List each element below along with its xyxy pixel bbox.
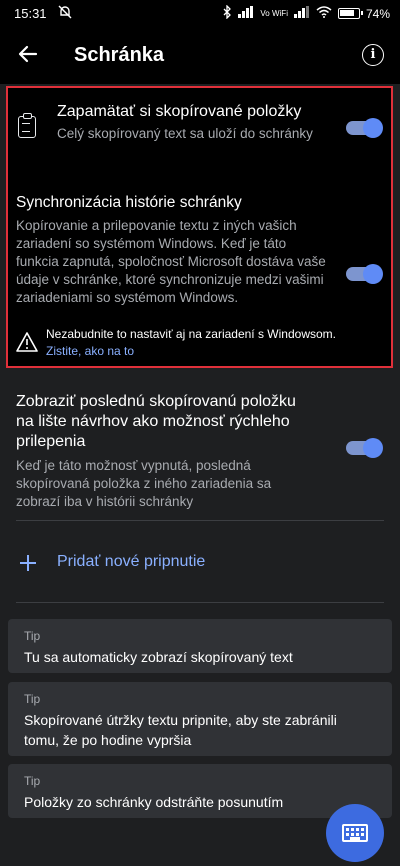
sync-description: Kopírovanie a prilepovanie textu z iných… [16, 218, 326, 305]
app-bar: Schránka i [0, 28, 400, 84]
remember-description: Celý skopírovaný text sa uloží do schrán… [57, 126, 313, 141]
tip-label: Tip [24, 629, 41, 643]
remember-setting[interactable]: Zapamätať si skopírované položky Celý sk… [57, 102, 327, 143]
warning-text: Nezabudnite to nastaviť aj na zariadení … [46, 327, 336, 341]
divider [16, 520, 384, 521]
status-time: 15:31 [14, 6, 47, 21]
add-pin-button[interactable]: Pridať nové pripnutie [57, 553, 205, 571]
signal-icon-2 [293, 6, 310, 21]
tip-card[interactable]: Tip Položky zo schránky odstráňte posunu… [8, 764, 392, 818]
suggestion-description: Keď je táto možnosť vypnutá, posledná sk… [16, 458, 272, 509]
status-bar: 15:31 Vo WiFi 74% [0, 0, 400, 28]
learn-how-link[interactable]: Zistite, ako na to [46, 344, 134, 358]
sync-setting[interactable]: Synchronizácia histórie schránky Kopírov… [16, 193, 326, 307]
toggle-knob [363, 438, 383, 458]
remember-toggle[interactable] [346, 118, 383, 138]
warning-icon [16, 332, 38, 352]
sync-title: Synchronizácia histórie schránky [16, 194, 242, 211]
toggle-knob [363, 118, 383, 138]
signal-icon [238, 6, 254, 21]
status-icons: Vo WiFi 74% [222, 4, 390, 22]
settings-content: Zapamätať si skopírované položky Celý sk… [0, 84, 400, 866]
tip-card[interactable]: Tip Tu sa automaticky zobrazí skopírovan… [8, 619, 392, 673]
clipboard-icon [18, 113, 36, 138]
vowifi-label: Vo WiFi [260, 8, 288, 18]
wifi-icon [316, 6, 332, 21]
info-icon[interactable]: i [362, 44, 384, 66]
tip-text: Tu sa automaticky zobrazí skopírovaný te… [24, 649, 293, 665]
page-title: Schránka [74, 44, 165, 66]
tip-label: Tip [24, 692, 41, 706]
divider [16, 602, 384, 603]
keyboard-icon [342, 824, 368, 842]
bluetooth-icon [222, 4, 232, 22]
tip-text: Skopírované útržky textu pripnite, aby s… [24, 712, 337, 748]
warning-message: Nezabudnite to nastaviť aj na zariadení … [46, 326, 346, 360]
keyboard-fab-button[interactable] [326, 804, 384, 862]
plus-icon[interactable] [20, 555, 36, 571]
muted-bell-icon [58, 5, 72, 22]
toggle-knob [363, 264, 383, 284]
tip-label: Tip [24, 774, 41, 788]
suggestion-setting[interactable]: Zobraziť poslednú skopírovanú položku na… [16, 392, 316, 511]
remember-title: Zapamätať si skopírované položky [57, 103, 302, 120]
suggestion-title: Zobraziť poslednú skopírovanú položku na… [16, 393, 296, 450]
arrow-back-icon[interactable] [16, 42, 40, 66]
tip-text: Položky zo schránky odstráňte posunutím [24, 794, 284, 810]
tip-card[interactable]: Tip Skopírované útržky textu pripnite, a… [8, 682, 392, 756]
battery-percent: 74% [365, 6, 390, 21]
suggestion-toggle[interactable] [346, 438, 383, 458]
battery-icon [337, 8, 363, 19]
sync-toggle[interactable] [346, 264, 383, 284]
